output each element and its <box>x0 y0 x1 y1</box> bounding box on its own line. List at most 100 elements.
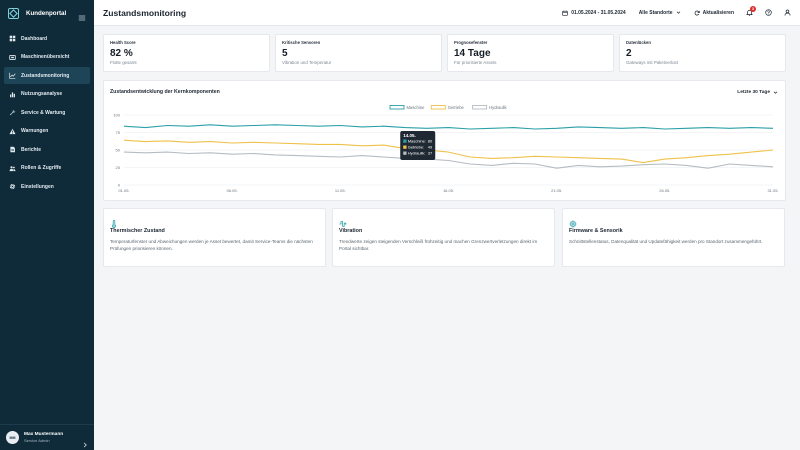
chevron-down-icon <box>773 91 778 94</box>
sidebar-item-warnungen[interactable]: Warnungen <box>4 123 90 140</box>
notification-count-badge: 3 <box>750 5 756 12</box>
kpi-label: Health Score <box>110 40 136 45</box>
kpi-value: 2 <box>626 48 632 59</box>
time-range-label: Letzte 30 Tage <box>737 89 770 95</box>
kpi-card-prognosefenster: Prognosefenster 14 Tage Für priorisierte… <box>447 34 614 72</box>
refresh-button[interactable]: Aktualisieren <box>694 10 734 16</box>
chart-title: Zustandsentwicklung der Kernkomponenten <box>110 89 220 95</box>
tooltip-swatch <box>403 145 407 149</box>
x-tick-label: 31.05. <box>767 188 778 193</box>
location-label: Alle Standorte <box>638 9 673 16</box>
notifications-button[interactable]: 3 <box>745 5 756 17</box>
sidebar-item-label: Nutzungsanalyse <box>21 91 63 97</box>
sidebar: Kundenportal Dashboard Maschinenübersich… <box>0 0 94 450</box>
info-title: Vibration <box>339 228 363 234</box>
chart-card: 0 25 50 75 100 01.05. 06.05. 11.05. 16.05. 21.05.… <box>103 80 786 201</box>
series-line-maschine <box>123 124 774 130</box>
series-line-hydraulik <box>123 151 774 169</box>
chip-icon <box>569 215 577 228</box>
tooltip-series-name: Maschine: <box>408 139 426 144</box>
sidebar-item-berichte[interactable]: Berichte <box>4 141 90 158</box>
tooltip-series-value: 37 <box>428 151 433 156</box>
info-text: Trendwerte zeigen steigenden Verschleiß … <box>339 239 538 251</box>
sidebar-item-label: Rollen & Zugriffe <box>21 165 62 171</box>
sidebar-item-nutzungsanalyse[interactable]: Nutzungsanalyse <box>4 86 90 103</box>
bar-chart-icon <box>9 91 16 98</box>
chart-line-icon <box>9 72 16 79</box>
kpi-label: Prognosefenster <box>454 40 488 45</box>
legend-label: Getriebe <box>448 105 465 110</box>
sidebar-item-einstellungen[interactable]: Einstellungen <box>4 178 90 195</box>
info-text: Temperaturfenster und Abweichungen werde… <box>110 239 313 251</box>
x-tick-label: 06.05. <box>227 188 238 193</box>
sidebar-item-dashboard[interactable]: Dashboard <box>4 30 90 47</box>
sidebar-item-maschinen[interactable]: Maschinenübersicht <box>4 49 90 66</box>
info-title: Firmware & Sensorik <box>569 228 623 234</box>
user-icon <box>784 9 790 16</box>
gear-icon <box>9 183 16 190</box>
topbar: Zustandsmonitoring 01.05.2024 - 31.05.20… <box>94 0 800 26</box>
tooltip-title: 14.05. <box>403 133 416 138</box>
series-line-getriebe <box>123 139 774 164</box>
time-range-select[interactable]: Letzte 30 Tage <box>737 87 778 97</box>
kpi-subtitle: Flotte gesamt <box>110 60 137 65</box>
menu-toggle-icon[interactable] <box>78 9 86 21</box>
logo-icon <box>8 7 19 19</box>
x-tick-label: 16.05. <box>443 188 454 193</box>
legend-swatch <box>430 105 446 110</box>
help-button[interactable] <box>764 9 772 17</box>
legend-label: Hydraulik <box>489 105 507 110</box>
info-card-vibration: Vibration Trendwerte zeigen steigenden V… <box>332 208 555 267</box>
tooltip-series-name: Hydraulik: <box>408 151 426 156</box>
user-role: Service Admin <box>24 438 50 443</box>
sidebar-item-label: Dashboard <box>21 35 48 42</box>
info-card-thermal: Thermischer Zustand Temperaturfenster un… <box>103 208 326 267</box>
sidebar-item-zustandsmonitoring[interactable]: Zustandsmonitoring <box>4 67 90 84</box>
brand-name: Kundenportal <box>26 9 67 17</box>
kpi-card-datenluecken: Datenlücken 2 Gateways mit Paketverlust <box>619 34 786 72</box>
info-card-firmware: Firmware & Sensorik Schnittstellenstatus… <box>562 208 785 267</box>
user-menu[interactable]: MM Max Mustermann Service Admin <box>0 424 94 450</box>
date-range-label: 01.05.2024 - 31.05.2024 <box>571 9 626 16</box>
y-tick-label: 0 <box>118 183 121 188</box>
date-range-picker[interactable]: 01.05.2024 - 31.05.2024 <box>562 10 626 16</box>
y-tick-label: 75 <box>116 130 121 135</box>
kpi-subtitle: Gateways mit Paketverlust <box>626 60 678 65</box>
info-title: Thermischer Zustand <box>110 228 165 234</box>
brand: Kundenportal <box>0 0 94 26</box>
y-tick-label: 50 <box>116 148 121 153</box>
chevron-right-icon <box>82 435 88 447</box>
kpi-card-health-score: Health Score 82 % Flotte gesamt <box>103 34 270 72</box>
warning-icon <box>9 128 16 135</box>
tooltip-series-value: 80 <box>428 139 433 144</box>
sidebar-item-label: Service & Wartung <box>21 109 66 116</box>
refresh-label: Aktualisieren <box>702 9 734 16</box>
users-icon <box>9 165 16 172</box>
user-name: Max Mustermann <box>24 432 64 437</box>
location-select[interactable]: Alle Standorte <box>639 10 681 16</box>
info-text: Schnittstellenstatus, Datenqualität und … <box>569 239 763 244</box>
sidebar-item-label: Maschinenübersicht <box>21 54 70 60</box>
legend-swatch <box>389 105 405 110</box>
sidebar-item-service[interactable]: Service & Wartung <box>4 104 90 121</box>
wrench-icon <box>9 109 16 116</box>
sidebar-item-label: Einstellungen <box>21 183 54 190</box>
profile-button[interactable] <box>783 9 791 17</box>
tooltip-series-value: 49 <box>428 145 433 150</box>
document-icon <box>9 146 16 153</box>
tooltip-series-name: Getriebe: <box>408 145 424 150</box>
kpi-value: 82 % <box>110 48 133 59</box>
sidebar-item-label: Zustandsmonitoring <box>21 72 70 79</box>
kpi-subtitle: Vibration und Temperatur <box>282 60 332 65</box>
kpi-subtitle: Für priorisierte Assets <box>454 60 497 65</box>
sidebar-item-rollen[interactable]: Rollen & Zugriffe <box>4 160 90 177</box>
calendar-icon <box>562 10 568 16</box>
sidebar-item-label: Warnungen <box>21 128 49 134</box>
refresh-icon <box>694 10 700 15</box>
tooltip-swatch <box>403 151 407 155</box>
kpi-value: 5 <box>282 48 288 59</box>
avatar: MM <box>6 431 19 444</box>
condition-chart: 0 25 50 75 100 01.05. 06.05. 11.05. 16.05. 21.05.… <box>113 105 778 193</box>
kpi-value: 14 Tage <box>454 48 491 59</box>
x-tick-label: 11.05. <box>335 188 346 193</box>
